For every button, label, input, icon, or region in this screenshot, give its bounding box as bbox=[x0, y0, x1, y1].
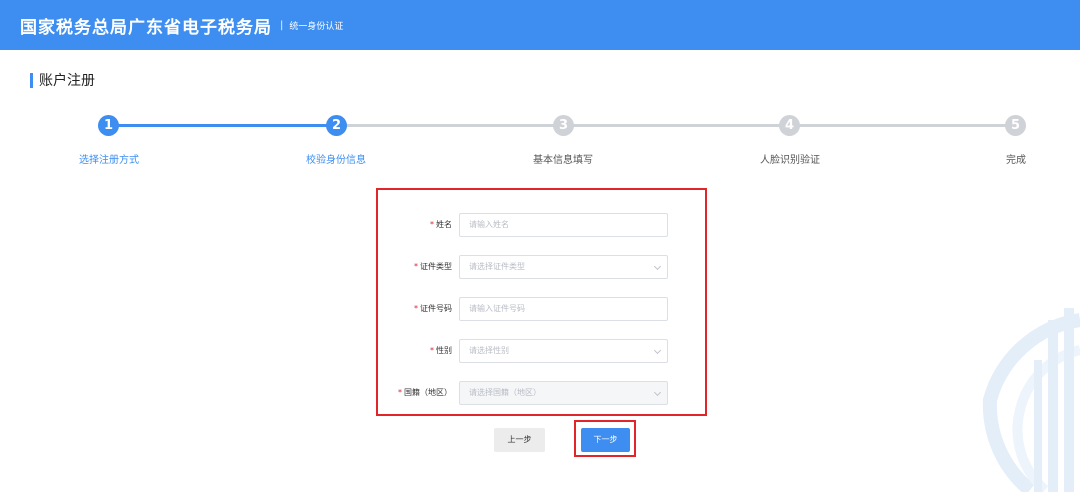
tax-emblem-watermark bbox=[982, 308, 1080, 492]
required-mark: * bbox=[414, 262, 418, 271]
step-5-circle: 5 bbox=[1005, 115, 1026, 136]
step-1-label: 选择注册方式 bbox=[79, 155, 139, 166]
page-title: 账户注册 bbox=[30, 72, 95, 89]
step-2-circle: 2 bbox=[326, 115, 347, 136]
name-label: * 姓名 bbox=[430, 213, 452, 237]
step-3-circle: 3 bbox=[553, 115, 574, 136]
required-mark: * bbox=[430, 220, 434, 229]
id-number-label-text: 证件号码 bbox=[420, 304, 452, 313]
step-4-circle: 4 bbox=[779, 115, 800, 136]
form-row-nationality: * 国籍（地区） 请选择国籍（地区） bbox=[378, 381, 705, 405]
step-5-label: 完成 bbox=[1006, 155, 1026, 166]
step-1-circle: 1 bbox=[98, 115, 119, 136]
top-header: 国家税务总局广东省电子税务局 | 统一身份认证 bbox=[0, 0, 1080, 50]
title-accent-bar bbox=[30, 72, 33, 88]
step-connector-3-4 bbox=[563, 124, 789, 127]
nationality-label-text: 国籍（地区） bbox=[404, 388, 452, 397]
nationality-placeholder: 请选择国籍（地区） bbox=[469, 388, 541, 397]
id-number-input[interactable]: 请输入证件号码 bbox=[459, 297, 668, 321]
step-3-label: 基本信息填写 bbox=[533, 155, 593, 166]
header-subtitle: 统一身份认证 bbox=[289, 21, 344, 32]
gender-label: * 性别 bbox=[430, 339, 452, 363]
step-4-label: 人脸识别验证 bbox=[760, 155, 820, 166]
identity-form-highlight: * 姓名 请输入姓名 * 证件类型 请选择证件类型 * 证件号码 请输入证件号码 * 性… bbox=[376, 188, 707, 416]
next-button-highlight: 下一步 bbox=[574, 420, 636, 457]
brand-title: 国家税务总局广东省电子税务局 bbox=[20, 17, 272, 38]
required-mark: * bbox=[398, 388, 402, 397]
name-label-text: 姓名 bbox=[436, 220, 452, 229]
chevron-down-icon bbox=[653, 262, 662, 271]
id-type-label-text: 证件类型 bbox=[420, 262, 452, 271]
gender-label-text: 性别 bbox=[436, 346, 452, 355]
name-input[interactable]: 请输入姓名 bbox=[459, 213, 668, 237]
chevron-down-icon bbox=[653, 388, 662, 397]
form-row-id-type: * 证件类型 请选择证件类型 bbox=[378, 255, 705, 279]
form-row-id-number: * 证件号码 请输入证件号码 bbox=[378, 297, 705, 321]
step-connector-2-3 bbox=[336, 124, 563, 127]
next-step-button[interactable]: 下一步 bbox=[581, 428, 630, 452]
header-separator: | bbox=[280, 19, 284, 31]
step-2-label: 校验身份信息 bbox=[306, 155, 366, 166]
step-connector-4-5 bbox=[789, 124, 1015, 127]
gender-placeholder: 请选择性别 bbox=[469, 346, 509, 355]
gender-select[interactable]: 请选择性别 bbox=[459, 339, 668, 363]
chevron-down-icon bbox=[653, 346, 662, 355]
nationality-select[interactable]: 请选择国籍（地区） bbox=[459, 381, 668, 405]
step-connector-1-2 bbox=[108, 124, 336, 127]
form-row-gender: * 性别 请选择性别 bbox=[378, 339, 705, 363]
id-type-select[interactable]: 请选择证件类型 bbox=[459, 255, 668, 279]
form-row-name: * 姓名 请输入姓名 bbox=[378, 213, 705, 237]
registration-stepper: 1 2 3 4 5 选择注册方式 校验身份信息 基本信息填写 人脸识别验证 完成 bbox=[0, 110, 1080, 170]
required-mark: * bbox=[430, 346, 434, 355]
required-mark: * bbox=[414, 304, 418, 313]
id-type-placeholder: 请选择证件类型 bbox=[469, 262, 525, 271]
id-type-label: * 证件类型 bbox=[414, 255, 452, 279]
page-title-text: 账户注册 bbox=[39, 73, 95, 89]
nationality-label: * 国籍（地区） bbox=[398, 381, 452, 405]
id-number-label: * 证件号码 bbox=[414, 297, 452, 321]
prev-step-button[interactable]: 上一步 bbox=[494, 428, 545, 452]
